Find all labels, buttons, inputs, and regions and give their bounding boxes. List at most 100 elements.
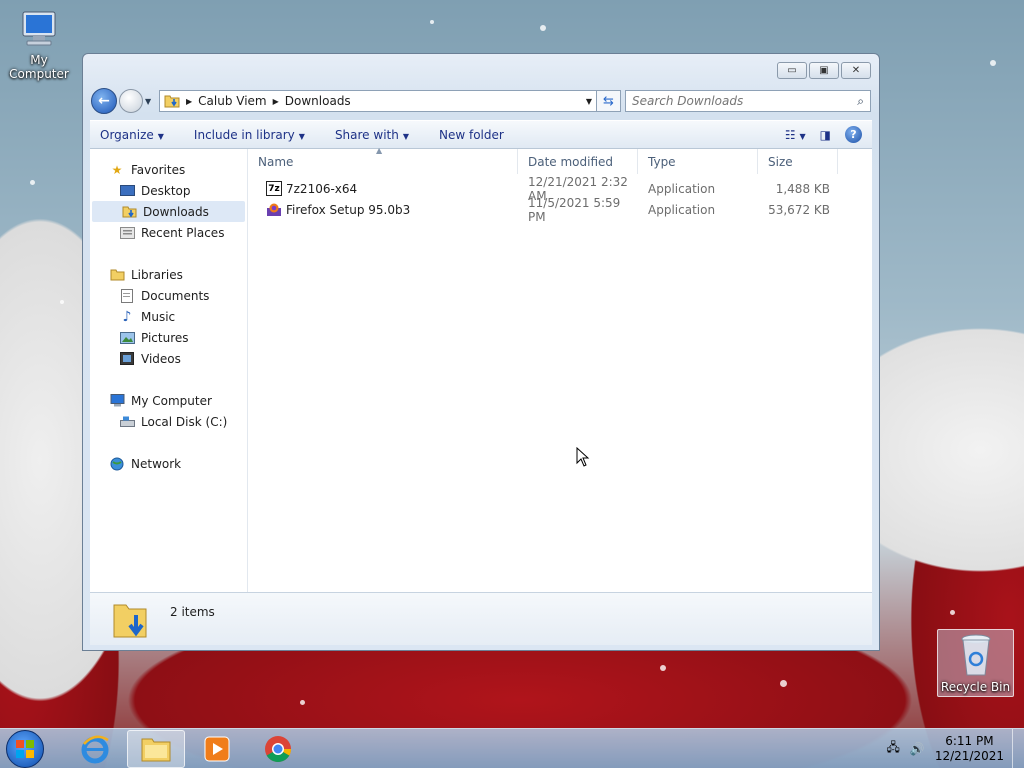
windows-logo-icon (16, 739, 34, 758)
folder-icon (141, 738, 171, 761)
network-status-icon[interactable]: 🖧 (886, 738, 899, 759)
file-name: Firefox Setup 95.0b3 (286, 202, 411, 217)
nav-label: Videos (141, 351, 181, 366)
taskbar-chrome[interactable] (249, 730, 307, 768)
file-list: ▲ Name Date modified Type Size 7z 7z2106… (248, 146, 872, 592)
media-player-icon (204, 736, 230, 761)
toolbar-right: ☷ ▼ ◨ ? (785, 126, 862, 143)
desktop-icon-label: My Computer (9, 53, 69, 81)
nav-label: Recent Places (141, 225, 225, 240)
recycle-bin-icon (961, 634, 990, 676)
search-box[interactable]: ⌕ (625, 90, 871, 112)
maximize-button[interactable]: ▣ (809, 62, 839, 79)
chevron-down-icon: ▼ (145, 96, 152, 106)
documents-icon (119, 288, 135, 303)
search-input[interactable] (632, 94, 858, 108)
nav-label: Favorites (131, 162, 186, 177)
change-view-button[interactable]: ☷ ▼ (785, 128, 806, 142)
start-button[interactable] (6, 729, 44, 768)
taskbar-windows-explorer[interactable] (127, 729, 185, 768)
minimize-button[interactable]: ▭ (777, 62, 807, 79)
column-header-type[interactable]: Type (638, 149, 758, 174)
file-row[interactable]: Firefox Setup 95.0b3 11/5/2021 5:59 PM A… (248, 196, 872, 224)
nav-libraries[interactable]: Libraries (90, 264, 247, 285)
nav-label: Desktop (141, 183, 191, 198)
nav-my-computer[interactable]: My Computer (90, 390, 247, 411)
nav-item-videos[interactable]: Videos (90, 348, 247, 369)
view-list-icon: ☷ (784, 127, 796, 142)
chevron-down-icon: ▼ (402, 131, 409, 141)
breadcrumb-separator-icon[interactable]: ▶ (186, 97, 192, 106)
computer-icon (22, 11, 56, 46)
forward-button[interactable] (119, 89, 143, 113)
nav-item-documents[interactable]: Documents (90, 285, 247, 306)
preview-pane-button[interactable]: ◨ (820, 128, 831, 142)
nav-item-local-disk[interactable]: Local Disk (C:) (90, 411, 247, 432)
clock-time: 6:11 PM (945, 733, 994, 748)
file-date: 11/5/2021 5:59 PM (528, 195, 621, 224)
nav-item-recent-places[interactable]: Recent Places (90, 222, 247, 243)
nav-item-music[interactable]: ♪ Music (90, 306, 247, 327)
column-header-date-modified[interactable]: Date modified (518, 149, 638, 174)
item-count: 2 items (170, 605, 215, 619)
firefox-installer-icon (266, 202, 282, 217)
7zip-icon: 7z (266, 181, 282, 196)
breadcrumb-downloads[interactable]: Downloads (285, 94, 351, 108)
nav-label: Music (141, 309, 176, 324)
nav-network[interactable]: Network (90, 453, 247, 474)
include-in-library-button[interactable]: Include in library ▼ (194, 128, 305, 142)
desktop-icon-recycle-bin[interactable]: Recycle Bin (937, 629, 1014, 697)
refresh-icon: ⇆ (603, 93, 614, 109)
nav-label: Network (131, 456, 182, 471)
clock[interactable]: 6:11 PM 12/21/2021 (935, 734, 1004, 764)
nav-label: My Computer (131, 393, 212, 408)
content-area: ★ Favorites Desktop Downloads Recent Pla… (90, 146, 872, 592)
nav-label: Libraries (131, 267, 183, 282)
taskbar-internet-explorer[interactable] (66, 730, 124, 768)
nav-item-pictures[interactable]: Pictures (90, 327, 247, 348)
address-dropdown-icon[interactable]: ▼ (586, 97, 592, 106)
nav-label: Local Disk (C:) (141, 414, 228, 429)
star-icon: ★ (111, 162, 123, 177)
include-in-library-label: Include in library (193, 127, 295, 142)
desktop-icon-my-computer[interactable]: My Computer (0, 6, 78, 81)
column-header-name[interactable]: ▲ Name (248, 146, 518, 174)
desktop-icon-label: Recycle Bin (940, 680, 1011, 694)
share-with-button[interactable]: Share with ▼ (335, 128, 409, 142)
navigation-pane: ★ Favorites Desktop Downloads Recent Pla… (90, 149, 248, 592)
search-icon[interactable]: ⌕ (857, 94, 864, 109)
show-desktop-button[interactable] (1012, 728, 1024, 768)
computer-icon (109, 394, 125, 408)
nav-label: Documents (141, 288, 210, 303)
file-type: Application (648, 181, 716, 196)
file-name: 7z2106-x64 (286, 181, 358, 196)
breadcrumb-calub-viem[interactable]: Calub Viem (198, 94, 266, 108)
taskbar: 🖧 🔊 6:11 PM 12/21/2021 (0, 728, 1024, 768)
breadcrumb-separator-icon[interactable]: ▶ (273, 97, 279, 106)
volume-icon[interactable]: 🔊 (910, 742, 925, 756)
arrow-left-icon: ← (98, 93, 110, 109)
taskbar-media-player[interactable] (188, 730, 246, 768)
folder-download-icon (164, 95, 180, 108)
nav-item-desktop[interactable]: Desktop (90, 180, 247, 201)
back-button[interactable]: ← (91, 88, 117, 114)
local-disk-icon (119, 415, 135, 429)
column-header-size[interactable]: Size (758, 149, 838, 174)
help-button[interactable]: ? (845, 126, 862, 143)
new-folder-button[interactable]: New folder (439, 128, 504, 142)
nav-label: Pictures (141, 330, 189, 345)
address-bar[interactable]: ▶ Calub Viem ▶ Downloads ▼ (159, 90, 597, 112)
nav-label: Downloads (143, 204, 209, 219)
organize-button[interactable]: Organize ▼ (100, 128, 164, 142)
network-icon (109, 457, 125, 471)
recent-pages-dropdown[interactable]: ▼ (145, 97, 155, 106)
close-button[interactable]: ✕ (841, 62, 871, 79)
folder-download-icon (113, 604, 147, 638)
file-type: Application (648, 202, 716, 217)
navigation-bar: ← ▼ ▶ Calub Viem ▶ Downloads ▼ ⇆ ⌕ (91, 87, 871, 115)
nav-favorites[interactable]: ★ Favorites (90, 159, 247, 180)
nav-item-downloads[interactable]: Downloads (92, 201, 245, 222)
music-icon: ♪ (122, 308, 132, 325)
file-size: 53,672 KB (768, 202, 830, 217)
refresh-button[interactable]: ⇆ (597, 90, 621, 112)
